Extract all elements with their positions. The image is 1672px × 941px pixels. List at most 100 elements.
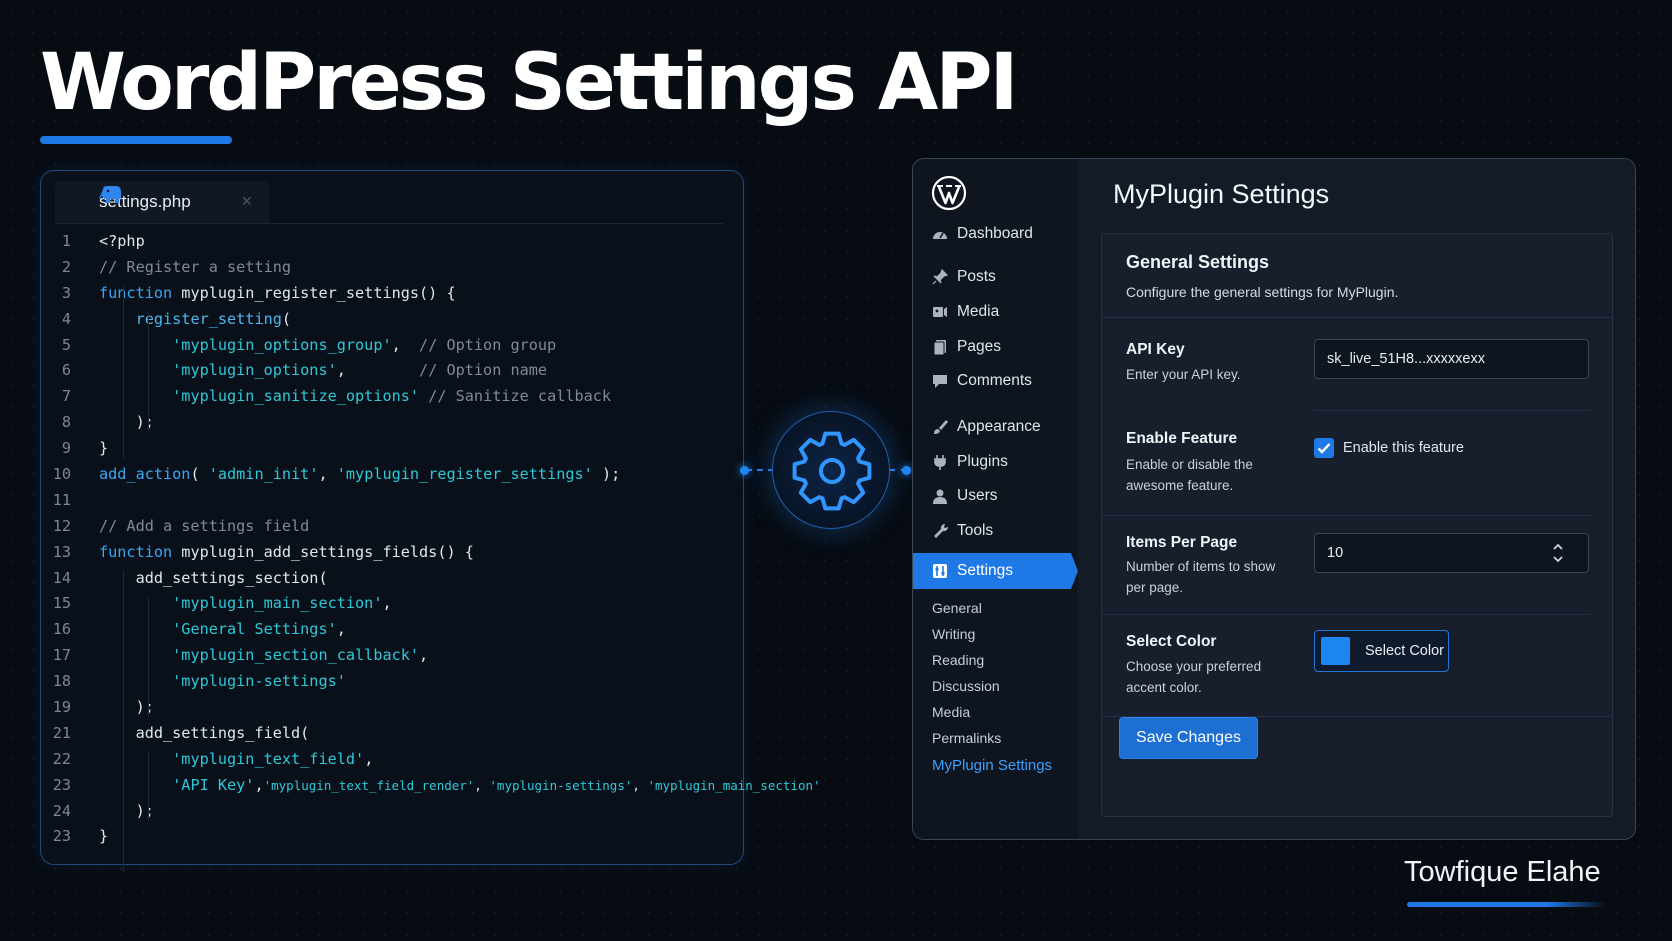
sidebar-item-label: Dashboard (957, 225, 1033, 242)
select-color-button-label: Select Color (1365, 643, 1444, 659)
code-line[interactable]: 18 'myplugin-settings' (41, 669, 743, 695)
items-per-page-input[interactable] (1314, 533, 1589, 573)
api-key-input[interactable] (1314, 339, 1589, 379)
code-line[interactable]: 24 ); (41, 799, 743, 825)
code-token: 'API Key' (172, 775, 255, 794)
sidebar-item-label: Tools (957, 522, 994, 539)
code-line[interactable]: 14 add_settings_section( (41, 566, 743, 592)
sidebar-item-comments[interactable]: Comments (913, 363, 1078, 399)
code-line[interactable]: 8 ); (41, 410, 743, 436)
code-line[interactable]: 10 add_action( 'admin_init', 'myplugin_re… (41, 462, 743, 488)
code-line[interactable]: 7 'myplugin_sanitize_options' // Sanitiz… (41, 384, 743, 410)
code-text: add_settings_field( (99, 721, 310, 747)
line-number: 10 (52, 465, 71, 484)
line-number: 18 (52, 672, 71, 691)
sidebar-item-label: Posts (957, 268, 996, 285)
code-token: register_setting (135, 309, 282, 328)
sidebar-item-settings[interactable]: Settings (913, 553, 1078, 589)
enable-feature-checkbox-label[interactable]: Enable this feature (1343, 440, 1464, 456)
tab-close-icon[interactable]: ✕ (241, 193, 253, 210)
code-text: function myplugin_add_settings_fields() … (99, 540, 474, 566)
code-line[interactable]: 4 register_setting( (41, 307, 743, 333)
code-line[interactable]: 16 'General Settings', (41, 617, 743, 643)
code-line[interactable]: 11 (41, 488, 743, 514)
indent-guide (148, 751, 149, 821)
code-text: register_setting( (99, 307, 291, 333)
code-token: 'myplugin_register_settings' (336, 465, 593, 484)
submenu-item-discussion[interactable]: Discussion (932, 678, 1000, 694)
code-line[interactable]: 23 'API Key','myplugin_text_field_render… (41, 773, 821, 799)
code-token: 'admin_init' (208, 465, 319, 484)
code-token: } (99, 439, 109, 458)
sidebar-item-media[interactable]: Media (913, 294, 1078, 330)
line-number: 3 (61, 283, 71, 302)
submenu-item-media[interactable]: Media (932, 704, 970, 720)
code-text: ); (99, 410, 154, 436)
sidebar-item-posts[interactable]: Posts (913, 259, 1078, 295)
submenu-item-reading[interactable]: Reading (932, 652, 984, 668)
code-line[interactable]: 2 // Register a setting (41, 255, 743, 281)
sidebar-item-appearance[interactable]: Appearance (913, 409, 1078, 445)
code-token: ( (281, 309, 292, 328)
sidebar-item-tools[interactable]: Tools (913, 513, 1078, 549)
sidebar-item-plugins[interactable]: Plugins (913, 444, 1078, 480)
code-text: <?php (99, 229, 145, 255)
connector-dot-right (902, 466, 911, 475)
connector-dot-left (740, 466, 749, 475)
dashboard-icon (933, 232, 947, 239)
code-line[interactable]: 21 add_settings_field( (41, 721, 743, 747)
code-line[interactable]: 23} (41, 824, 743, 850)
code-line[interactable]: 1 <?php (41, 229, 743, 255)
row-divider (1102, 515, 1590, 516)
code-body[interactable]: 1 <?php 2 // Register a setting 3 function my… (41, 229, 821, 873)
sidebar-item-dashboard[interactable]: Dashboard (913, 216, 1078, 252)
sidebar-item-pages[interactable]: Pages (913, 329, 1078, 365)
section-title: General Settings (1126, 252, 1270, 272)
indent-guide (148, 310, 149, 433)
code-token: add_settings_section( (99, 568, 328, 587)
enable-feature-checkbox[interactable] (1314, 438, 1334, 458)
code-line[interactable]: 5 'myplugin_options_group', // Option gr… (41, 333, 743, 359)
select-color-button[interactable]: Select Color (1314, 630, 1449, 672)
code-text: 'myplugin_main_section', (99, 591, 392, 617)
sidebar-item-users[interactable]: Users (913, 478, 1078, 514)
api-key-help: Enter your API key. (1126, 367, 1241, 382)
save-changes-button[interactable]: Save Changes (1119, 717, 1258, 759)
code-text: ); (99, 799, 154, 825)
code-line[interactable]: 17 'myplugin_section_callback', (41, 643, 743, 669)
sidebar-item-label: Plugins (957, 453, 1008, 470)
line-number: 9 (61, 439, 71, 458)
indent-guide (148, 595, 149, 718)
sidebar-item-label: Users (957, 487, 998, 504)
items-per-page-help: Number of items to show per page. (1126, 559, 1276, 595)
code-line[interactable]: 12 // Add a settings field (41, 514, 743, 540)
code-line[interactable]: 9} (41, 436, 743, 462)
code-line[interactable]: 13 function myplugin_add_settings_fields(… (41, 540, 743, 566)
submenu-item-general[interactable]: General (932, 600, 982, 616)
code-token: , (632, 777, 648, 793)
code-line[interactable]: 3 function myplugin_register_settings() { (41, 281, 743, 307)
submenu-item-permalinks[interactable]: Permalinks (932, 730, 1001, 746)
comment-icon (933, 375, 947, 388)
number-spinner-icon[interactable] (1551, 540, 1565, 566)
code-token: function (99, 283, 173, 302)
submenu-item-writing[interactable]: Writing (932, 626, 975, 642)
api-key-label: API Key (1126, 341, 1185, 358)
user-icon (933, 489, 947, 504)
editor-tab-settings-php[interactable]: settings.php (55, 181, 269, 223)
code-line[interactable]: 15 'myplugin_main_section', (41, 591, 743, 617)
line-number: 12 (52, 516, 71, 535)
items-per-page-label: Items Per Page (1126, 534, 1238, 551)
submenu-item-myplugin-settings[interactable]: MyPlugin Settings (932, 757, 1052, 774)
code-line[interactable]: 22 'myplugin_text_field', (41, 747, 743, 773)
code-token: , (382, 594, 392, 613)
pages-icon (933, 340, 946, 356)
code-line[interactable]: 6 'myplugin_options', // Option name (41, 358, 743, 384)
code-line[interactable]: 19 ); (41, 695, 743, 721)
line-number: 23 (52, 827, 71, 846)
code-text: 'myplugin_options', // Option name (99, 358, 547, 384)
